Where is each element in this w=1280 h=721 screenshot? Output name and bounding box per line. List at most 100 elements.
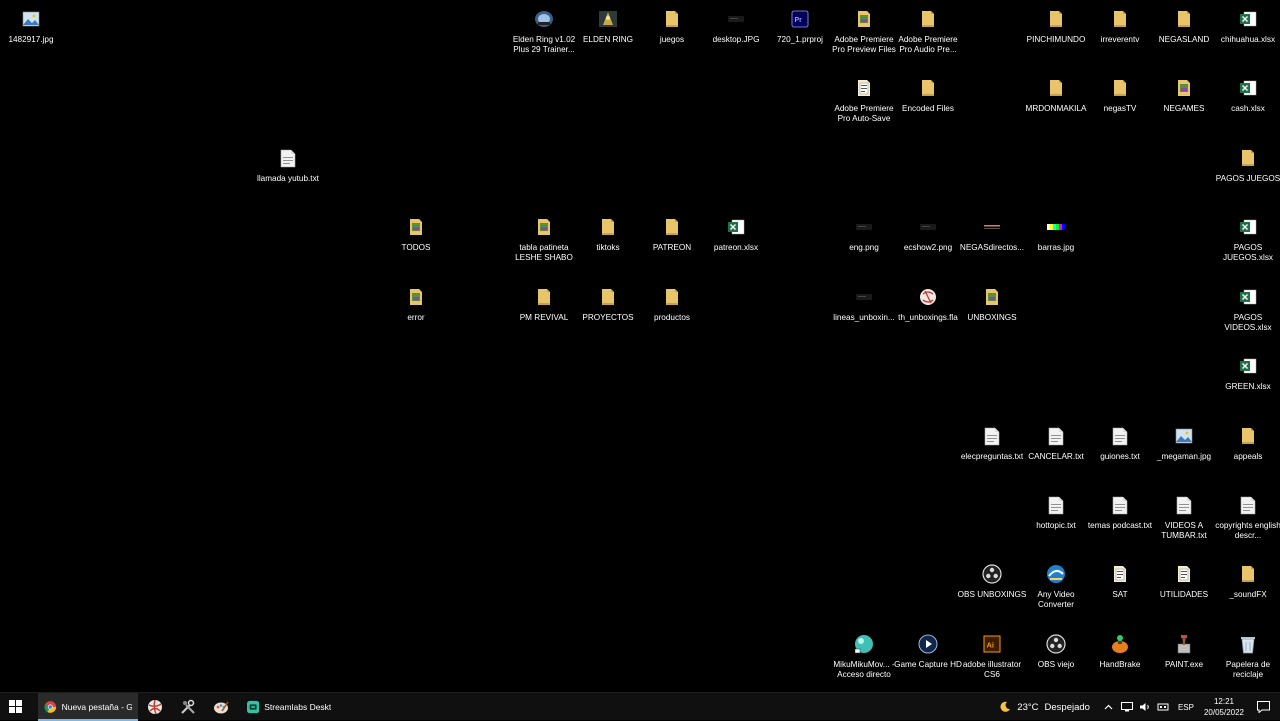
desktop-icon-th-unboxings-fla[interactable]: th_unboxings.fla (892, 282, 964, 348)
desktop-icon-megaman-jpg[interactable]: _megaman.jpg (1148, 421, 1220, 487)
desktop-icon-label: eng.png (849, 243, 879, 252)
desktop-icon-pinchimundo[interactable]: PINCHIMUNDO (1020, 4, 1092, 70)
desktop-icon-barras-jpg[interactable]: barras.jpg (1020, 212, 1092, 278)
clock-time: 12:21 (1213, 697, 1234, 706)
desktop-icon-pagos-juegos-xlsx[interactable]: PAGOS JUEGOS.xlsx (1212, 212, 1280, 278)
usb-button[interactable] (1155, 693, 1171, 721)
desktop-icon-green-xlsx[interactable]: GREEN.xlsx (1212, 351, 1280, 417)
desktop-icon-cancelar-txt[interactable]: CANCELAR.txt (1020, 421, 1092, 487)
weather-widget[interactable]: 23°C Despejado (999, 701, 1100, 713)
desktop-icon-tabla-patineta-leshe-shabo[interactable]: tabla patineta LESHE SHABO (508, 212, 580, 278)
start-button[interactable] (0, 693, 30, 721)
desktop-icon-handbrake[interactable]: HandBrake (1084, 629, 1156, 695)
desktop-icon-label: PAGOS JUEGOS (1215, 174, 1280, 183)
desktop-icon-chihuahua-xlsx[interactable]: chihuahua.xlsx (1212, 4, 1280, 70)
desktop-icon-temas-podcast-txt[interactable]: temas podcast.txt (1084, 490, 1156, 556)
tools-icon (180, 699, 195, 714)
desktop-icon-elden-ring[interactable]: ELDEN RING (572, 4, 644, 70)
desktop-icon-label: chihuahua.xlsx (1220, 35, 1276, 44)
desktop-icon-label: PAINT.exe (1164, 660, 1204, 669)
desktop-icon-elecpreguntas-txt[interactable]: elecpreguntas.txt (956, 421, 1028, 487)
desktop-icon-label: Adobe Premiere Pro Audio Pre... (898, 35, 958, 54)
desktop-icon-adobe-illustrator-cs6[interactable]: Ai adobe illustrator CS6 (956, 629, 1028, 695)
desktop-icon-lineas-unboxin[interactable]: lineas_unboxin... (828, 282, 900, 348)
desktop-icon-elden-ring-v1-02-plus-29-trainer[interactable]: Elden Ring v1.02 Plus 29 Trainer... (508, 4, 580, 70)
desktop-icon-720-1-prproj[interactable]: Pr 720_1.prproj (764, 4, 836, 70)
desktop-icon-ecshow2-png[interactable]: ecshow2.png (892, 212, 964, 278)
show-hidden-icons-button[interactable] (1101, 693, 1117, 721)
desktop-icon-appeals[interactable]: appeals (1212, 421, 1280, 487)
desktop-icon-sat[interactable]: SAT (1084, 559, 1156, 625)
desktop-icon-juegos[interactable]: juegos (636, 4, 708, 70)
desktop-icon-obs-viejo[interactable]: OBS viejo (1020, 629, 1092, 695)
desktop-icon-label: OBS UNBOXINGS (957, 590, 1027, 599)
desktop-icon-pagos-videos-xlsx[interactable]: PAGOS VIDEOS.xlsx (1212, 282, 1280, 348)
clock[interactable]: 12:21 20/05/2022 (1204, 696, 1244, 718)
ball-icon (147, 699, 162, 714)
desktop-icon-utilidades[interactable]: UTILIDADES (1148, 559, 1220, 625)
desktop-icon-negasdirectos[interactable]: NEGASdirectos... (956, 212, 1028, 278)
desktop-icon-mrdonmakila[interactable]: MRDONMAKILA (1020, 73, 1092, 139)
desktop-icon-pm-revival[interactable]: PM REVIVAL (508, 282, 580, 348)
windows-icon (8, 700, 22, 713)
desktop-icon-negastv[interactable]: negasTV (1084, 73, 1156, 139)
folder-icon (1109, 77, 1131, 99)
desktop-icon-label: CANCELAR.txt (1028, 452, 1084, 461)
recycle-icon (1237, 633, 1259, 655)
desktop-icon-game-capture-hd[interactable]: Game Capture HD (892, 629, 964, 695)
desktop-icon-adobe-premiere-pro-preview-files[interactable]: Adobe Premiere Pro Preview Files (828, 4, 900, 70)
desktop-icon-encoded-files[interactable]: Encoded Files (892, 73, 964, 139)
desktop-icon-unboxings[interactable]: UNBOXINGS (956, 282, 1028, 348)
taskbar-app-chrome[interactable]: Nueva pestaña - G... (38, 692, 138, 721)
desktop-icon-label: GREEN.xlsx (1225, 382, 1271, 391)
taskbar-app-tools[interactable] (171, 693, 204, 721)
desktop-icon-label: Any Video Converter (1037, 590, 1075, 609)
desktop-icon-error[interactable]: error (380, 282, 452, 348)
desktop-icon-pagos-juegos[interactable]: PAGOS JUEGOS (1212, 143, 1280, 209)
taskbar-app-streamlabs[interactable]: Streamlabs Desktop (241, 693, 337, 721)
desktop-icon-papelera-de-reciclaje[interactable]: Papelera de reciclaje (1212, 629, 1280, 695)
desktop-icon-proyectos[interactable]: PROYECTOS (572, 282, 644, 348)
desktop-icon-guiones-txt[interactable]: guiones.txt (1084, 421, 1156, 487)
desktop-icon-adobe-premiere-pro-auto-save[interactable]: Adobe Premiere Pro Auto-Save (828, 73, 900, 139)
desktop-icon-negasland[interactable]: NEGASLAND (1148, 4, 1220, 70)
folder-icon (917, 8, 939, 30)
desktop-icon-label: OBS viejo (1037, 660, 1075, 669)
folder-icon (1109, 8, 1131, 30)
desktop-icon-label: appeals (1233, 452, 1263, 461)
desktop[interactable]: 1482917.jpg llamada yutub.txt TODOS error El… (0, 0, 1280, 692)
language-indicator[interactable]: ESP (1178, 703, 1194, 712)
desktop-icon-cash-xlsx[interactable]: cash.xlsx (1212, 73, 1280, 139)
desktop-icon-obs-unboxings[interactable]: OBS UNBOXINGS (956, 559, 1028, 625)
desktop-icon-llamada-yutub-txt[interactable]: llamada yutub.txt (252, 143, 324, 209)
desktop-icon-paint-exe[interactable]: PAINT.exe (1148, 629, 1220, 695)
taskbar-app-ball[interactable] (138, 693, 171, 721)
network-icon (1120, 702, 1133, 712)
network-button[interactable] (1119, 693, 1135, 721)
desktop-icon-soundfx[interactable]: _soundFX (1212, 559, 1280, 625)
desktop-icon-eng-png[interactable]: eng.png (828, 212, 900, 278)
image-dark-icon (853, 216, 875, 238)
desktop-icon-hottopic-txt[interactable]: hottopic.txt (1020, 490, 1092, 556)
desktop-icon-label: PINCHIMUNDO (1026, 35, 1086, 44)
text-icon (1109, 425, 1131, 447)
desktop-icon-mikumikumov-acceso-directo[interactable]: MikuMikuMov... - Acceso directo (828, 629, 900, 695)
desktop-icon-todos[interactable]: TODOS (380, 212, 452, 278)
desktop-icon-label: ELDEN RING (582, 35, 634, 44)
desktop-icon-videos-a-tumbar-txt[interactable]: VIDEOS A TUMBAR.txt (1148, 490, 1220, 556)
desktop-icon-copyrights-english-descr[interactable]: copyrights english descr... (1212, 490, 1280, 556)
desktop-icon-negames[interactable]: NEGAMES (1148, 73, 1220, 139)
desktop-icon-tiktoks[interactable]: tiktoks (572, 212, 644, 278)
desktop-icon-1482917-jpg[interactable]: 1482917.jpg (0, 4, 67, 70)
notifications-button[interactable] (1252, 693, 1274, 721)
desktop-icon-productos[interactable]: productos (636, 282, 708, 348)
taskbar-app-paint[interactable] (204, 693, 237, 721)
desktop-icon-patreon[interactable]: PATREON (636, 212, 708, 278)
desktop-icon-desktop-jpg[interactable]: desktop.JPG (700, 4, 772, 70)
volume-button[interactable] (1137, 693, 1153, 721)
desktop-icon-any-video-converter[interactable]: Any Video Converter (1020, 559, 1092, 625)
desktop-icon-label: lineas_unboxin... (833, 313, 895, 322)
desktop-icon-patreon-xlsx[interactable]: patreon.xlsx (700, 212, 772, 278)
desktop-icon-adobe-premiere-pro-audio-pre[interactable]: Adobe Premiere Pro Audio Pre... (892, 4, 964, 70)
desktop-icon-irreverentv[interactable]: irreverentv (1084, 4, 1156, 70)
